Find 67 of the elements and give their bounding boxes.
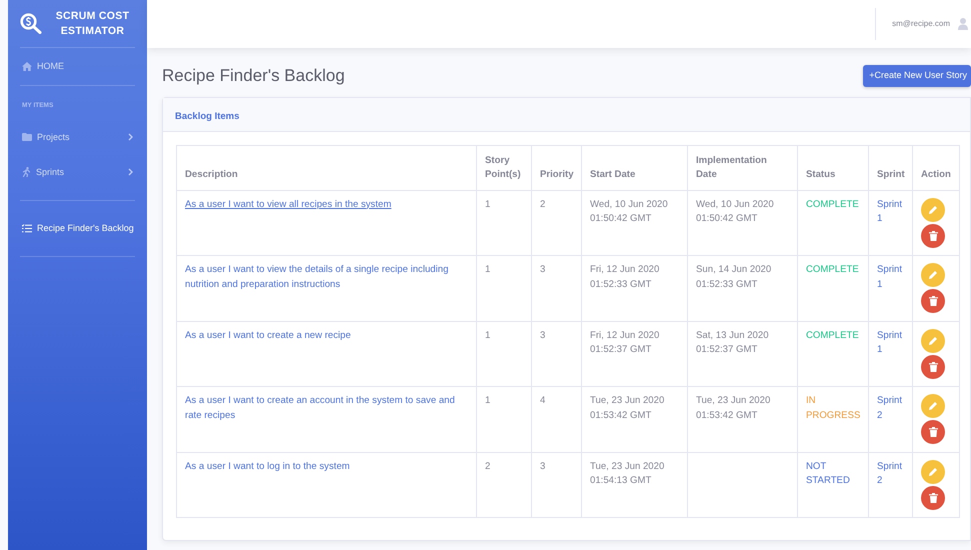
- table-cell: Wed, 10 Jun 2020 01:50:42 GMT: [688, 190, 798, 256]
- table-cell: 1: [476, 321, 532, 386]
- edit-button[interactable]: [921, 198, 945, 222]
- column-header: Action: [912, 145, 960, 190]
- column-header: Status: [798, 145, 868, 190]
- trash-icon: [928, 296, 938, 306]
- user-icon[interactable]: [958, 18, 968, 30]
- table-cell: Tue, 23 Jun 2020 01:54:13 GMT: [582, 452, 688, 518]
- edit-button[interactable]: [921, 460, 945, 484]
- folder-icon: [22, 133, 32, 142]
- runner-icon: [22, 167, 31, 178]
- table-cell: 1: [476, 386, 532, 452]
- delete-button[interactable]: [921, 289, 945, 313]
- column-header: Start Date: [582, 145, 688, 190]
- pencil-icon: [928, 466, 938, 476]
- delete-button[interactable]: [921, 224, 945, 248]
- create-user-story-button[interactable]: +Create New User Story: [863, 65, 971, 86]
- pencil-icon: [928, 336, 938, 346]
- delete-button[interactable]: [921, 420, 945, 444]
- table-cell: 2: [532, 190, 582, 256]
- edit-button[interactable]: [921, 328, 945, 352]
- table-cell: 4: [532, 386, 582, 452]
- trash-icon: [928, 362, 938, 372]
- edit-button[interactable]: [921, 394, 945, 418]
- table-cell: Sat, 13 Jun 2020 01:52:37 GMT: [688, 321, 798, 386]
- table-cell: 2: [476, 452, 532, 518]
- column-header: Sprint: [868, 145, 912, 190]
- table-cell: Wed, 10 Jun 2020 01:50:42 GMT: [582, 190, 688, 256]
- card-title: Backlog Items: [175, 110, 240, 122]
- column-header: Description: [176, 145, 476, 190]
- status-text: COMPLETE: [806, 198, 859, 210]
- table-cell: Sun, 14 Jun 2020 01:52:33 GMT: [688, 256, 798, 321]
- trash-icon: [928, 492, 938, 502]
- trash-icon: [928, 230, 938, 240]
- status-text: COMPLETE: [806, 330, 859, 340]
- sidebar-item[interactable]: HOME: [20, 48, 135, 85]
- edit-button[interactable]: [921, 263, 945, 287]
- trash-icon: [928, 427, 938, 437]
- table-cell: Tue, 23 Jun 2020 01:53:42 GMT: [688, 386, 798, 452]
- sidebar-item[interactable]: Recipe Finder's Backlog: [20, 200, 135, 256]
- page-title: Recipe Finder's Backlog: [162, 66, 345, 86]
- status-text: NOT STARTED: [806, 460, 850, 486]
- sidebar-item[interactable]: Projects: [20, 120, 135, 155]
- table-cell: 1: [476, 256, 532, 321]
- sidebar-item[interactable]: Sprints: [20, 154, 135, 190]
- status-text: COMPLETE: [806, 264, 859, 275]
- table-cell: 3: [532, 321, 582, 386]
- home-icon: [22, 62, 32, 71]
- table-cell: 3: [532, 256, 582, 321]
- brand-name[interactable]: SCRUM COST ESTIMATOR: [50, 9, 135, 38]
- table-cell: 1: [476, 190, 532, 256]
- delete-button[interactable]: [921, 354, 945, 378]
- delete-button[interactable]: [921, 486, 945, 510]
- column-header: Priority: [532, 145, 582, 190]
- user-email[interactable]: sm@recipe.com: [892, 18, 950, 30]
- table-cell: Fri, 12 Jun 2020 01:52:37 GMT: [582, 321, 688, 386]
- column-header: Implementation Date: [688, 145, 798, 190]
- table-cell: Fri, 12 Jun 2020 01:52:33 GMT: [582, 256, 688, 321]
- table-cell: Tue, 23 Jun 2020 01:53:42 GMT: [582, 386, 688, 452]
- status-text: IN PROGRESS: [806, 395, 860, 420]
- pencil-icon: [928, 401, 938, 411]
- magnifier-dollar-icon: [20, 13, 42, 34]
- list-icon: [22, 224, 32, 233]
- column-header: Story Point(s): [476, 145, 532, 190]
- pencil-icon: [928, 204, 938, 214]
- pencil-icon: [928, 270, 938, 280]
- table-cell: 3: [532, 452, 582, 518]
